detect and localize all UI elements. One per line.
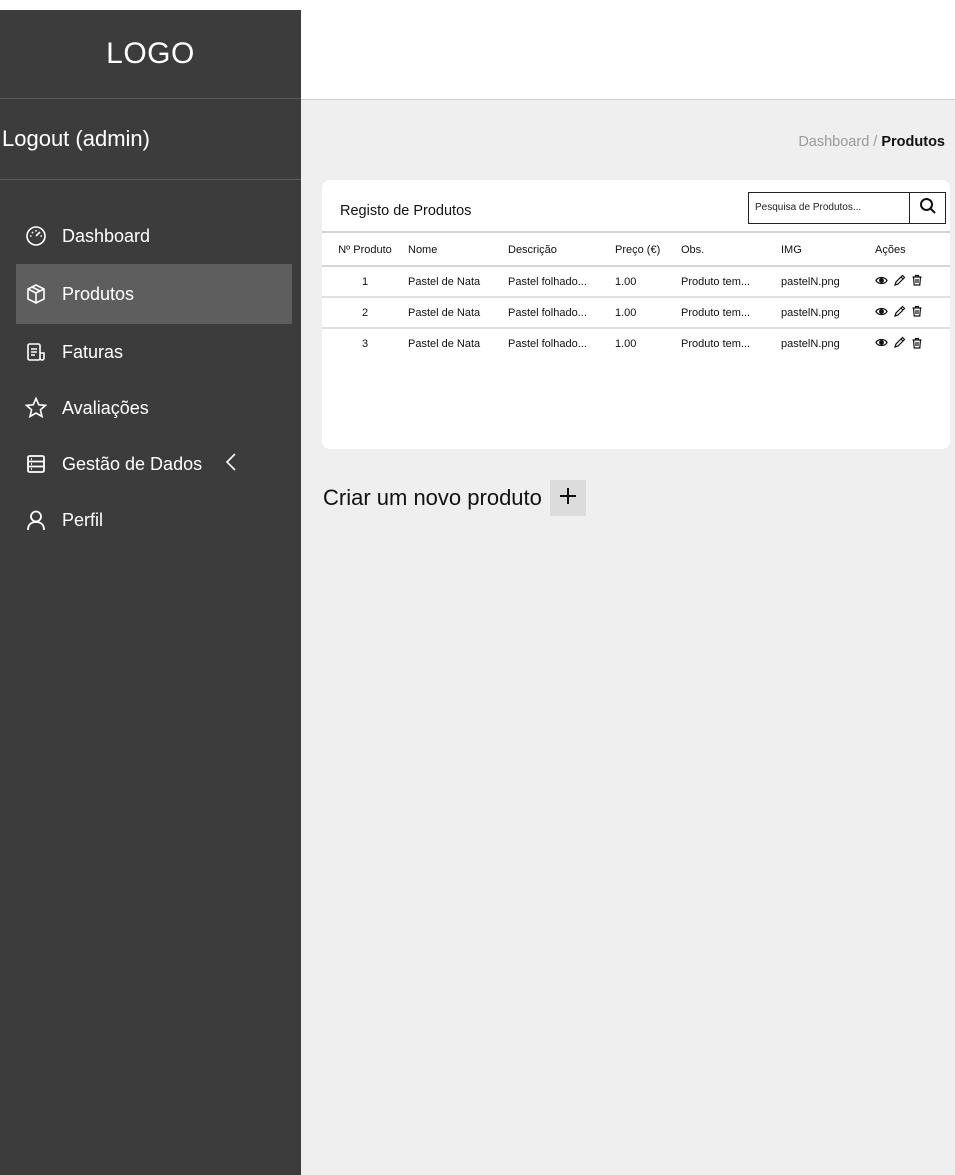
- search-button[interactable]: [909, 193, 945, 223]
- star-icon: [24, 396, 48, 420]
- eye-icon[interactable]: [875, 275, 888, 289]
- cell-preco: 1.00: [615, 338, 637, 350]
- breadcrumb-separator: /: [869, 134, 882, 150]
- sidebar-item-label: Perfil: [62, 509, 104, 530]
- table-header-row: Nº Produto Nome Descrição Preço (€) Obs.…: [322, 235, 950, 267]
- breadcrumb: Dashboard / Produtos: [798, 134, 945, 150]
- products-table: Nº Produto Nome Descrição Preço (€) Obs.…: [322, 235, 950, 359]
- table-row[interactable]: 2 Pastel de Nata Pastel folhado... 1.00 …: [322, 297, 950, 329]
- col-header[interactable]: Obs.: [681, 235, 781, 267]
- sidebar-item-avaliacoes[interactable]: Avaliações: [0, 380, 301, 436]
- col-header[interactable]: Nº Produto: [322, 235, 408, 267]
- sidebar-item-label: Avaliações: [62, 397, 149, 418]
- cell-nome: Pastel de Nata: [408, 338, 481, 350]
- breadcrumb-root[interactable]: Dashboard: [798, 134, 869, 150]
- card-title: Registo de Produtos: [340, 203, 472, 219]
- box-icon: [24, 282, 48, 306]
- cell-preco: 1.00: [615, 266, 681, 298]
- database-icon: [24, 452, 48, 476]
- cell-id: 2: [322, 297, 408, 329]
- eye-icon[interactable]: [875, 306, 888, 320]
- search-box: Pesquisa de Produtos...: [748, 192, 946, 224]
- sidebar-item-produtos[interactable]: Produtos: [16, 264, 292, 324]
- cell-obs: Produto tem...: [681, 338, 751, 350]
- cell-nome: Pastel de Nata: [408, 266, 508, 298]
- cell-id: 3: [361, 338, 369, 350]
- sidebar-item-label: Faturas: [62, 341, 124, 362]
- trash-icon[interactable]: [911, 305, 923, 320]
- cell-actions: [875, 266, 950, 298]
- table-row[interactable]: 1 Pastel de Nata Pastel folhado... 1.00 …: [322, 266, 950, 298]
- eye-icon[interactable]: [875, 337, 888, 351]
- table-row[interactable]: 3 Pastel de Nata Pastel folhado... 1.00 …: [322, 328, 950, 359]
- sidebar: LOGO Logout (admin) Dashboard Produtos F…: [0, 10, 301, 1175]
- sidebar-item-dashboard[interactable]: Dashboard: [0, 208, 301, 264]
- breadcrumb-current: Produtos: [881, 134, 945, 150]
- cell-img: pastelN.png: [781, 297, 875, 329]
- col-header[interactable]: Descrição: [508, 235, 615, 267]
- products-card: Registo de Produtos Pesquisa de Produtos…: [322, 180, 950, 449]
- main-area: Dashboard / Produtos Registo de Produtos…: [301, 0, 955, 1175]
- col-header: Ações: [875, 235, 950, 267]
- edit-icon[interactable]: [893, 336, 906, 352]
- cell-id: 1: [322, 266, 408, 298]
- sidebar-item-label: Dashboard: [62, 225, 151, 246]
- cell-descricao: Pastel folhado...: [508, 297, 615, 329]
- edit-icon[interactable]: [893, 274, 906, 290]
- cell-actions: [875, 328, 950, 359]
- sidebar-nav: Dashboard Produtos Faturas Avaliações Ge: [0, 180, 301, 548]
- logout-link[interactable]: Logout (admin): [0, 99, 301, 180]
- sidebar-item-gestao-de-dados[interactable]: Gestão de Dados: [0, 436, 301, 492]
- sidebar-item-label: Gestão de Dados: [62, 453, 203, 474]
- col-header[interactable]: Preço (€): [615, 235, 681, 267]
- sidebar-item-perfil[interactable]: Perfil: [0, 492, 301, 548]
- sidebar-item-label: Produtos: [62, 283, 135, 304]
- trash-icon[interactable]: [911, 274, 923, 289]
- cell-descricao: Pastel folhado...: [508, 338, 587, 350]
- cell-descricao: Pastel folhado...: [508, 266, 615, 298]
- cell-obs: Produto tem...: [681, 266, 781, 298]
- cell-img: pastelN.png: [781, 266, 875, 298]
- cell-actions: [875, 297, 950, 329]
- logo[interactable]: LOGO: [106, 37, 195, 71]
- search-icon: [919, 197, 937, 220]
- user-icon: [24, 508, 48, 532]
- cell-img: pastelN.png: [781, 338, 840, 350]
- gauge-icon: [24, 224, 48, 248]
- sidebar-item-faturas[interactable]: Faturas: [0, 324, 301, 380]
- cell-obs: Produto tem...: [681, 297, 781, 329]
- add-product-button[interactable]: [549, 480, 586, 516]
- col-header[interactable]: IMG: [781, 235, 875, 267]
- cell-nome: Pastel de Nata: [408, 297, 508, 329]
- content-area: Dashboard / Produtos Registo de Produtos…: [301, 100, 955, 1175]
- create-product-label: Criar um novo produto: [323, 485, 542, 510]
- plus-icon: [558, 486, 578, 511]
- edit-icon[interactable]: [893, 305, 906, 321]
- col-header[interactable]: Nome: [408, 235, 508, 267]
- create-product: Criar um novo produto: [323, 480, 586, 516]
- logo-area: LOGO: [0, 10, 301, 99]
- top-bar: [301, 0, 955, 100]
- trash-icon[interactable]: [911, 337, 923, 352]
- chevron-left-icon[interactable]: [224, 451, 238, 478]
- search-input[interactable]: Pesquisa de Produtos...: [749, 193, 909, 223]
- invoice-icon: [24, 340, 48, 364]
- cell-preco: 1.00: [615, 297, 681, 329]
- header-divider: [322, 231, 950, 233]
